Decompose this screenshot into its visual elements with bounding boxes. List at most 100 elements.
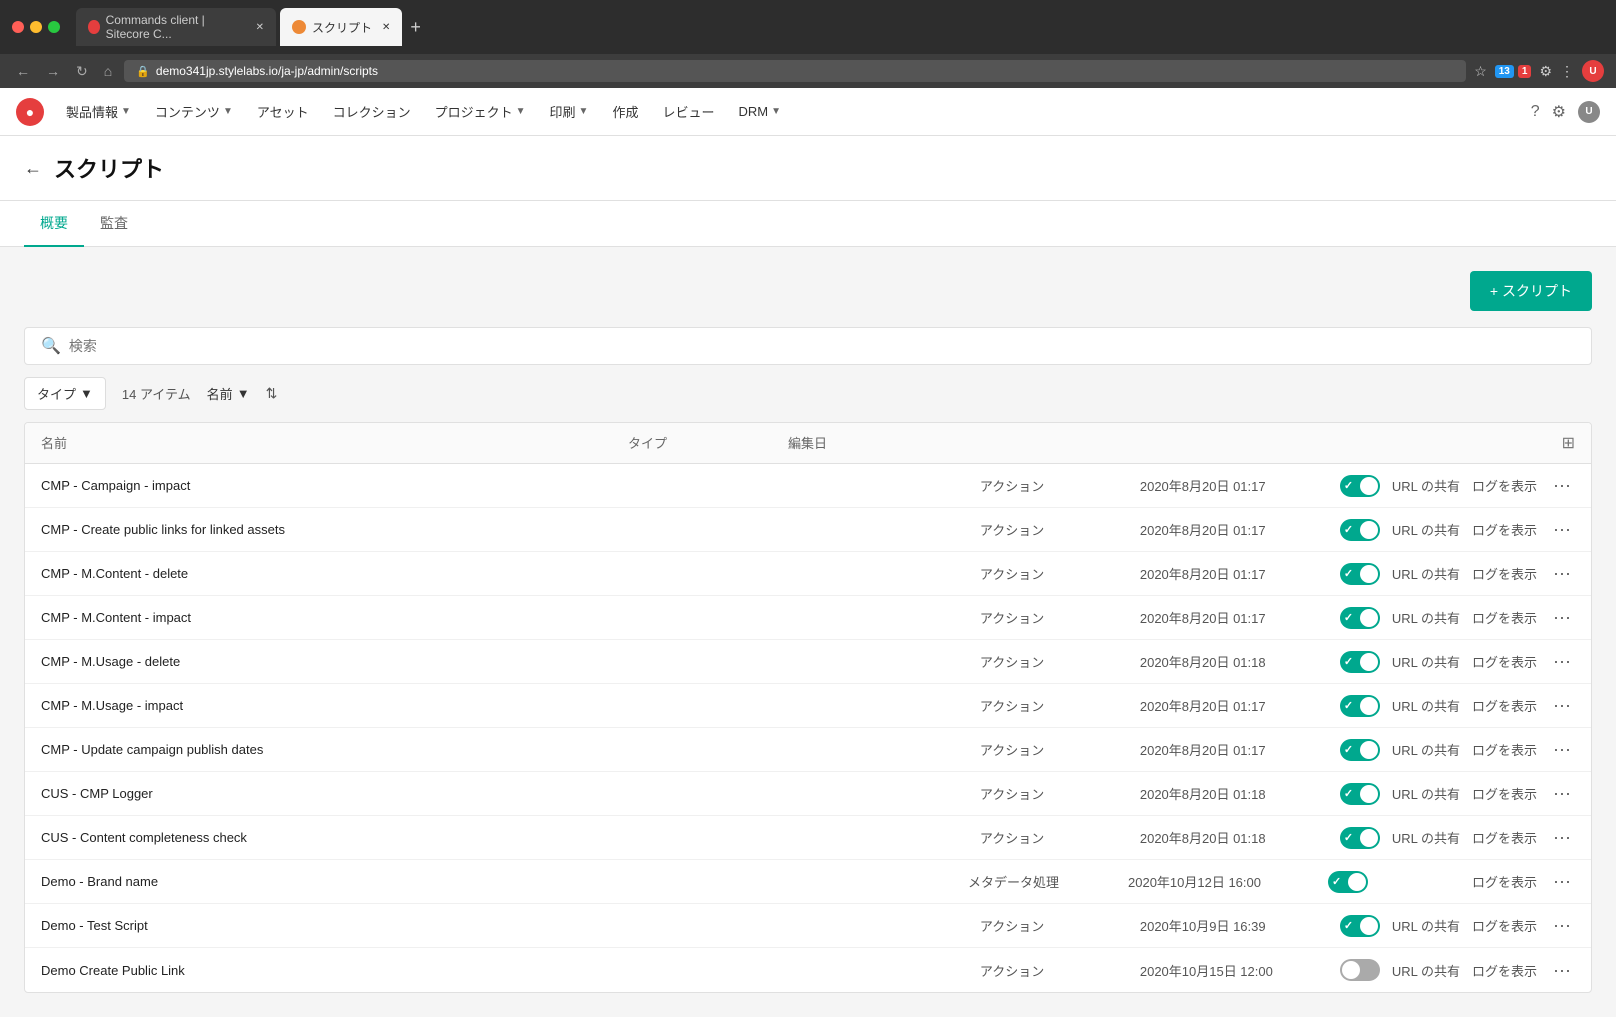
tab-audit[interactable]: 監査 xyxy=(84,201,144,247)
url-share-link[interactable]: URL の共有 xyxy=(1392,961,1460,980)
minimize-dot[interactable] xyxy=(30,21,42,33)
close-dot[interactable] xyxy=(12,21,24,33)
url-share-link[interactable]: URL の共有 xyxy=(1392,608,1460,627)
url-share-link[interactable]: URL の共有 xyxy=(1392,784,1460,803)
cell-date-7: 2020年8月20日 01:18 xyxy=(1140,784,1340,803)
sort-button[interactable]: ⇅ xyxy=(266,385,278,402)
log-view-link-11[interactable]: ログを表示 xyxy=(1472,961,1537,980)
cell-type-3: アクション xyxy=(980,608,1140,627)
toggle-10[interactable]: ✓ xyxy=(1340,915,1380,937)
more-button-9[interactable]: ··· xyxy=(1549,871,1575,892)
nav-item-drm[interactable]: DRM ▼ xyxy=(728,100,791,123)
toggle-2[interactable]: ✓ xyxy=(1340,563,1380,585)
url-share-link[interactable]: URL の共有 xyxy=(1392,564,1460,583)
more-button-8[interactable]: ··· xyxy=(1549,827,1575,848)
url-share-link[interactable]: URL の共有 xyxy=(1392,476,1460,495)
toggle-7[interactable]: ✓ xyxy=(1340,783,1380,805)
log-view-link-0[interactable]: ログを表示 xyxy=(1472,476,1537,495)
cell-date-11: 2020年10月15日 12:00 xyxy=(1140,961,1340,980)
extensions-button[interactable]: ⚙ xyxy=(1539,63,1552,80)
nav-item-projects[interactable]: プロジェクト ▼ xyxy=(425,98,536,125)
url-share-link[interactable]: URL の共有 xyxy=(1392,520,1460,539)
toggle-3[interactable]: ✓ xyxy=(1340,607,1380,629)
cell-name-3: CMP - M.Content - impact xyxy=(41,598,980,637)
tab-close-2[interactable]: ✕ xyxy=(382,22,390,33)
user-avatar[interactable]: U xyxy=(1578,101,1600,123)
more-button-5[interactable]: ··· xyxy=(1549,695,1575,716)
app-logo[interactable]: ● xyxy=(16,98,44,126)
more-button-3[interactable]: ··· xyxy=(1549,607,1575,628)
url-share-link[interactable]: URL の共有 xyxy=(1392,916,1460,935)
page-back-button[interactable]: ← xyxy=(24,158,42,179)
bookmark-button[interactable]: ☆ xyxy=(1474,63,1487,80)
url-share-link[interactable]: URL の共有 xyxy=(1392,828,1460,847)
cell-name-1: CMP - Create public links for linked ass… xyxy=(41,510,980,549)
more-button-10[interactable]: ··· xyxy=(1549,915,1575,936)
log-view-link-5[interactable]: ログを表示 xyxy=(1472,696,1537,715)
log-view-link-6[interactable]: ログを表示 xyxy=(1472,740,1537,759)
reload-button[interactable]: ↻ xyxy=(72,61,92,82)
add-script-button[interactable]: + スクリプト xyxy=(1470,271,1592,311)
log-view-link-4[interactable]: ログを表示 xyxy=(1472,652,1537,671)
toggle-11[interactable] xyxy=(1340,959,1380,981)
cell-name-7: CUS - CMP Logger xyxy=(41,774,980,813)
settings-button[interactable]: ⚙ xyxy=(1552,102,1566,122)
tab-overview[interactable]: 概要 xyxy=(24,201,84,247)
name-filter-button[interactable]: 名前 ▼ xyxy=(207,384,250,403)
more-button-2[interactable]: ··· xyxy=(1549,563,1575,584)
more-button-1[interactable]: ··· xyxy=(1549,519,1575,540)
url-share-link[interactable]: URL の共有 xyxy=(1392,652,1460,671)
nav-item-create[interactable]: 作成 xyxy=(602,98,648,125)
more-button-4[interactable]: ··· xyxy=(1549,651,1575,672)
grid-view-button[interactable]: ⊞ xyxy=(1562,433,1575,453)
cell-actions-1: ✓ URL の共有 ログを表示 ··· xyxy=(1340,519,1575,541)
log-view-link-10[interactable]: ログを表示 xyxy=(1472,916,1537,935)
toggle-0[interactable]: ✓ xyxy=(1340,475,1380,497)
more-button-11[interactable]: ··· xyxy=(1549,960,1575,981)
add-tab-button[interactable]: + xyxy=(406,8,425,46)
nav-item-products[interactable]: 製品情報 ▼ xyxy=(56,98,141,125)
nav-item-assets[interactable]: アセット xyxy=(247,98,319,125)
log-view-link-2[interactable]: ログを表示 xyxy=(1472,564,1537,583)
type-filter-button[interactable]: タイプ ▼ xyxy=(24,377,106,410)
log-view-link-7[interactable]: ログを表示 xyxy=(1472,784,1537,803)
help-button[interactable]: ? xyxy=(1531,103,1540,121)
home-button[interactable]: ⌂ xyxy=(100,61,116,81)
log-view-link-8[interactable]: ログを表示 xyxy=(1472,828,1537,847)
search-input[interactable] xyxy=(69,338,1575,354)
browser-tab-1[interactable]: Commands client | Sitecore C... ✕ xyxy=(76,8,276,46)
nav-item-review[interactable]: レビュー xyxy=(652,98,724,125)
log-view-link-1[interactable]: ログを表示 xyxy=(1472,520,1537,539)
more-button-7[interactable]: ··· xyxy=(1549,783,1575,804)
cell-type-2: アクション xyxy=(980,564,1140,583)
url-bar[interactable]: 🔒 demo341jp.stylelabs.io/ja-jp/admin/scr… xyxy=(124,60,1466,82)
toggle-knob-11 xyxy=(1342,961,1360,979)
log-view-link-9[interactable]: ログを表示 xyxy=(1472,872,1537,891)
cell-date-5: 2020年8月20日 01:17 xyxy=(1140,696,1340,715)
toggle-6[interactable]: ✓ xyxy=(1340,739,1380,761)
toggle-8[interactable]: ✓ xyxy=(1340,827,1380,849)
nav-item-collections[interactable]: コレクション xyxy=(323,98,421,125)
toggle-knob-10 xyxy=(1360,917,1378,935)
browser-tab-2[interactable]: スクリプト ✕ xyxy=(280,8,402,46)
nav-item-print[interactable]: 印刷 ▼ xyxy=(540,98,599,125)
url-share-link[interactable]: URL の共有 xyxy=(1392,696,1460,715)
browser-menu-button[interactable]: ⋮ xyxy=(1560,63,1574,80)
maximize-dot[interactable] xyxy=(48,21,60,33)
tab-close-1[interactable]: ✕ xyxy=(256,22,264,33)
toggle-9[interactable]: ✓ xyxy=(1328,871,1368,893)
toggle-4[interactable]: ✓ xyxy=(1340,651,1380,673)
cell-actions-11: URL の共有 ログを表示 ··· xyxy=(1340,959,1575,981)
nav-item-contents[interactable]: コンテンツ ▼ xyxy=(145,98,243,125)
more-button-6[interactable]: ··· xyxy=(1549,739,1575,760)
more-button-0[interactable]: ··· xyxy=(1549,475,1575,496)
browser-profile-avatar[interactable]: U xyxy=(1582,60,1604,82)
log-view-link-3[interactable]: ログを表示 xyxy=(1472,608,1537,627)
col-header-type: タイプ xyxy=(628,433,788,453)
back-nav-button[interactable]: ← xyxy=(12,61,34,81)
table-row: CMP - Create public links for linked ass… xyxy=(25,508,1591,552)
url-share-link[interactable]: URL の共有 xyxy=(1392,740,1460,759)
toggle-1[interactable]: ✓ xyxy=(1340,519,1380,541)
toggle-5[interactable]: ✓ xyxy=(1340,695,1380,717)
forward-nav-button[interactable]: → xyxy=(42,61,64,81)
